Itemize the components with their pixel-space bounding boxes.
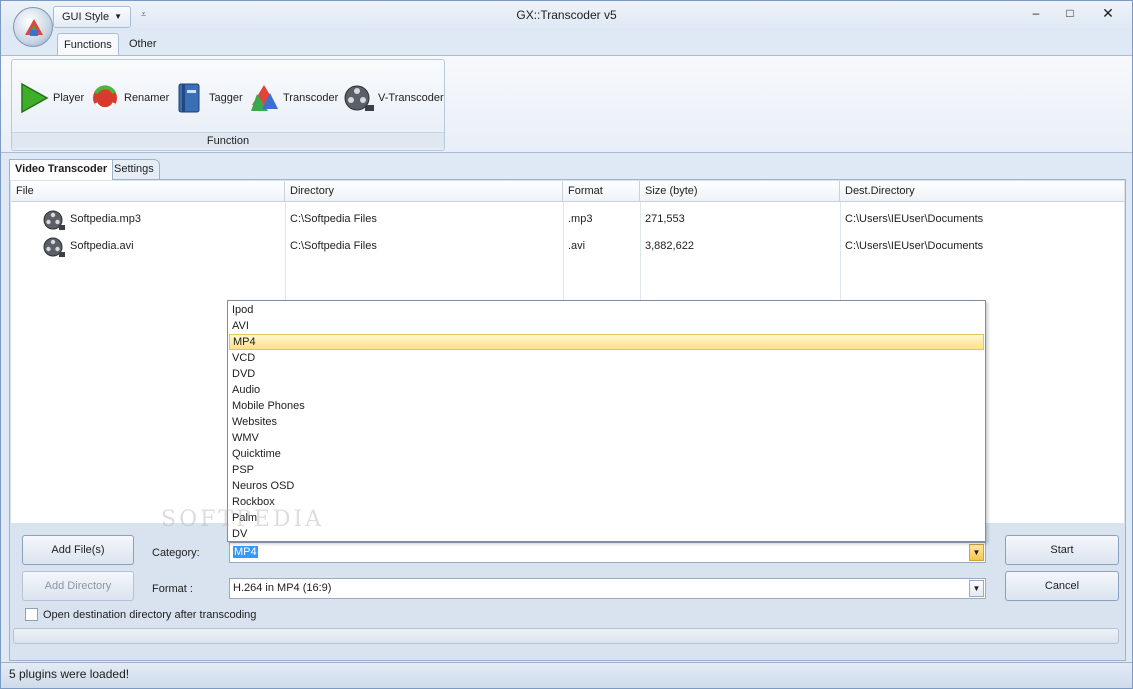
play-icon bbox=[21, 82, 49, 114]
dropdown-item[interactable]: AVI bbox=[229, 318, 984, 334]
tab-video-transcoder[interactable]: Video Transcoder bbox=[9, 159, 114, 180]
status-bar: 5 plugins were loaded! bbox=[1, 662, 1132, 688]
tagger-icon bbox=[178, 83, 200, 113]
title-bar: GUI Style ▼ ⩡ GX::Transcoder v5 – □ ✕ bbox=[1, 1, 1132, 31]
transcoder-icon bbox=[251, 85, 278, 111]
category-label: Category: bbox=[152, 547, 200, 559]
player-label: Player bbox=[53, 92, 85, 104]
file-cell: Softpedia.avi bbox=[37, 233, 285, 260]
tab-functions[interactable]: Functions bbox=[57, 33, 119, 56]
directory-cell: C:\Softpedia Files bbox=[290, 213, 377, 225]
column-header-file[interactable]: File bbox=[11, 181, 285, 202]
category-dropdown-list[interactable]: Ipod AVI MP4 VCD DVD Audio Mobile Phones… bbox=[227, 300, 986, 542]
v-transcoder-label: V-Transcoder bbox=[378, 92, 444, 104]
tagger-label: Tagger bbox=[209, 92, 243, 104]
table-row[interactable]: Softpedia.mp3 C:\Softpedia Files .mp3 27… bbox=[11, 206, 1124, 233]
dropdown-item[interactable]: Neuros OSD bbox=[229, 478, 984, 494]
close-button[interactable]: ✕ bbox=[1089, 3, 1127, 25]
tagger-button[interactable]: Tagger bbox=[174, 80, 243, 116]
cancel-button[interactable]: Cancel bbox=[1005, 571, 1119, 601]
dropdown-item[interactable]: Mobile Phones bbox=[229, 398, 984, 414]
file-cell: Softpedia.mp3 bbox=[37, 206, 285, 233]
tab-other[interactable]: Other bbox=[123, 33, 163, 56]
tab-settings[interactable]: Settings bbox=[108, 159, 160, 180]
category-value: MP4 bbox=[233, 546, 258, 558]
open-destination-checkbox-row[interactable]: Open destination directory after transco… bbox=[25, 608, 256, 621]
add-directory-button[interactable]: Add Directory bbox=[22, 571, 134, 601]
dropdown-item[interactable]: VCD bbox=[229, 350, 984, 366]
add-files-button[interactable]: Add File(s) bbox=[22, 535, 134, 565]
document-tab-strip: Video Transcoder Settings bbox=[1, 155, 1132, 180]
dest-directory-cell: C:\Users\IEUser\Documents bbox=[845, 240, 984, 252]
file-list-header: File Directory Format Size (byte) Dest.D… bbox=[11, 181, 1124, 202]
column-header-format[interactable]: Format bbox=[563, 181, 640, 202]
format-cell: .avi bbox=[568, 240, 586, 252]
dropdown-item[interactable]: Ipod bbox=[229, 302, 984, 318]
application-menu-button[interactable] bbox=[13, 7, 53, 47]
dropdown-item[interactable]: Quicktime bbox=[229, 446, 984, 462]
dropdown-item[interactable]: DVD bbox=[229, 366, 984, 382]
chevron-down-icon[interactable]: ▼ bbox=[969, 544, 984, 561]
open-destination-checkbox[interactable] bbox=[25, 608, 38, 621]
v-transcoder-button[interactable]: V-Transcoder bbox=[343, 80, 444, 116]
chevron-down-icon[interactable]: ▼ bbox=[969, 580, 984, 597]
column-header-directory[interactable]: Directory bbox=[285, 181, 563, 202]
player-button[interactable]: Player bbox=[18, 80, 84, 116]
format-cell: .mp3 bbox=[568, 213, 593, 225]
file-name: Softpedia.mp3 bbox=[70, 213, 141, 225]
open-destination-label: Open destination directory after transco… bbox=[43, 608, 257, 621]
function-group-label: Function bbox=[12, 132, 444, 148]
status-text: 5 plugins were loaded! bbox=[9, 667, 130, 681]
progress-bar bbox=[13, 628, 1119, 644]
renamer-icon bbox=[93, 85, 117, 111]
dropdown-item[interactable]: Audio bbox=[229, 382, 984, 398]
transcoder-button[interactable]: Transcoder bbox=[248, 80, 338, 116]
dropdown-item[interactable]: DV bbox=[229, 526, 984, 542]
app-window: GUI Style ▼ ⩡ GX::Transcoder v5 – □ ✕ Fu… bbox=[0, 0, 1133, 689]
format-label: Format : bbox=[152, 583, 193, 595]
minimize-button[interactable]: – bbox=[1019, 3, 1053, 25]
size-cell: 3,882,622 bbox=[645, 240, 694, 252]
dropdown-item[interactable]: PSP bbox=[229, 462, 984, 478]
size-cell: 271,553 bbox=[645, 213, 685, 225]
dropdown-item[interactable]: Rockbox bbox=[229, 494, 984, 510]
column-header-size[interactable]: Size (byte) bbox=[640, 181, 840, 202]
column-header-dest-directory[interactable]: Dest.Directory bbox=[840, 181, 1124, 202]
transcoder-label: Transcoder bbox=[283, 92, 339, 104]
watermark: SOFTPEDIA bbox=[161, 507, 325, 532]
directory-cell: C:\Softpedia Files bbox=[290, 240, 377, 252]
ribbon-tab-strip: Functions Other bbox=[1, 32, 1132, 56]
dropdown-item-selected[interactable]: MP4 bbox=[229, 334, 984, 350]
film-reel-icon bbox=[344, 85, 374, 111]
film-reel-icon bbox=[43, 237, 65, 257]
dropdown-item[interactable]: Websites bbox=[229, 414, 984, 430]
renamer-label: Renamer bbox=[124, 92, 170, 104]
file-name: Softpedia.avi bbox=[70, 240, 134, 252]
maximize-button[interactable]: □ bbox=[1053, 3, 1087, 25]
app-logo-icon bbox=[25, 19, 43, 36]
window-title: GX::Transcoder v5 bbox=[516, 8, 617, 22]
format-value: H.264 in MP4 (16:9) bbox=[233, 582, 332, 594]
dropdown-item[interactable]: Palm bbox=[229, 510, 984, 526]
renamer-button[interactable]: Renamer bbox=[89, 80, 169, 116]
start-button[interactable]: Start bbox=[1005, 535, 1119, 565]
table-row[interactable]: Softpedia.avi C:\Softpedia Files .avi 3,… bbox=[11, 233, 1124, 260]
dest-directory-cell: C:\Users\IEUser\Documents bbox=[845, 213, 984, 225]
format-select[interactable]: H.264 in MP4 (16:9) ▼ bbox=[229, 578, 986, 599]
function-group: Player Renamer Tagger Transcoder V-Trans… bbox=[11, 59, 445, 151]
dropdown-item[interactable]: WMV bbox=[229, 430, 984, 446]
ribbon-panel: Player Renamer Tagger Transcoder V-Trans… bbox=[1, 55, 1132, 153]
film-reel-icon bbox=[43, 210, 65, 230]
category-select[interactable]: MP4 ▼ bbox=[229, 542, 986, 563]
